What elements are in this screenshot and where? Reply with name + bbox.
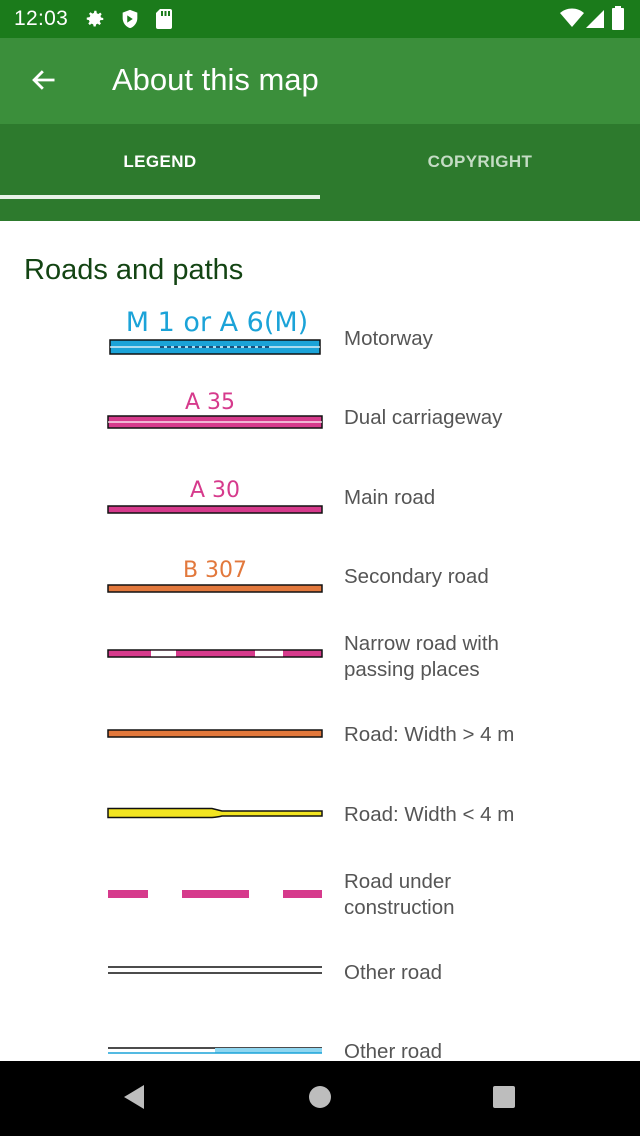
legend-label: Main road: [344, 486, 436, 509]
road-narrow-symbol: [100, 806, 330, 820]
sd-card-icon: [154, 8, 174, 35]
motorway-symbol-text: M 1 or A 6(M): [126, 307, 308, 338]
legend-label: Road: Width > 4 m: [344, 723, 515, 746]
tab-legend[interactable]: LEGEND: [0, 124, 320, 200]
secondary-road-symbol-text: B 307: [183, 558, 247, 583]
page-title: About this map: [112, 62, 319, 97]
legend-label: Road under construction: [344, 870, 455, 919]
system-nav-bar: [0, 1061, 640, 1136]
dual-carriageway-symbol: A 35: [100, 385, 330, 435]
motorway-symbol: M 1 or A 6(M): [100, 305, 330, 357]
back-button[interactable]: [20, 58, 68, 106]
wifi-icon: [560, 7, 584, 34]
status-time: 12:03: [14, 7, 69, 30]
dual-carriageway-symbol-text: A 35: [185, 390, 235, 415]
road-wide-symbol: [100, 727, 330, 741]
other-road-symbol: [100, 964, 330, 978]
nav-back-button[interactable]: [114, 1081, 154, 1117]
legend-label: Other road: [344, 1040, 442, 1061]
recents-square-icon: [492, 1085, 516, 1114]
home-circle-icon: [308, 1085, 332, 1114]
legend-label: Secondary road: [344, 565, 489, 588]
nav-home-button[interactable]: [300, 1081, 340, 1117]
secondary-road-symbol: B 307: [100, 555, 330, 597]
shield-icon: [119, 8, 141, 35]
tab-bar: LEGEND COPYRIGHT: [0, 124, 640, 221]
status-bar: 12:03: [0, 0, 640, 38]
road-construction-symbol: [100, 887, 330, 901]
signal-icon: [585, 8, 605, 35]
legend-label: Motorway: [344, 327, 433, 350]
back-triangle-icon: [122, 1084, 146, 1115]
legend-label: Road: Width < 4 m: [344, 803, 515, 826]
arrow-left-icon: [30, 66, 58, 99]
legend-label: Narrow road with passing places: [344, 632, 499, 681]
section-title: Roads and paths: [24, 254, 244, 286]
tab-indicator: [0, 195, 320, 199]
legend-label: Dual carriageway: [344, 406, 503, 429]
other-road-2-symbol: [100, 1045, 330, 1059]
main-road-symbol-text: A 30: [190, 478, 240, 503]
app-bar: About this map: [0, 38, 640, 124]
tab-copyright[interactable]: COPYRIGHT: [320, 124, 640, 200]
legend-content[interactable]: Roads and paths M 1 or A 6(M) Motorway A…: [0, 221, 640, 1061]
legend-label: Other road: [344, 961, 442, 984]
battery-icon: [612, 6, 624, 35]
narrow-road-symbol: [100, 647, 330, 661]
gear-icon: [84, 8, 106, 35]
nav-recents-button[interactable]: [484, 1081, 524, 1117]
main-road-symbol: A 30: [100, 475, 330, 519]
